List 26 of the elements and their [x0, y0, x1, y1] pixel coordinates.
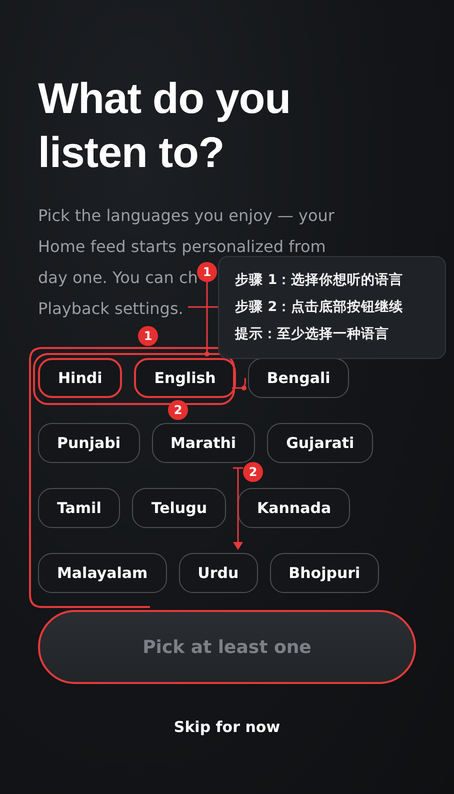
language-chip[interactable]: Malayalam	[38, 553, 167, 593]
language-chip[interactable]: Bengali	[248, 358, 350, 398]
step-badge: 1	[138, 326, 158, 346]
language-chip[interactable]: Hindi	[38, 358, 122, 398]
tooltip-text: 步骤 2：点击底部按钮继续	[235, 298, 404, 317]
language-chip[interactable]: English	[134, 358, 236, 398]
skip-link[interactable]: Skip for now	[168, 716, 286, 738]
language-chip[interactable]: Bhojpuri	[270, 553, 380, 593]
intro-text: day one. You can ch	[38, 267, 198, 289]
intro-text: Home feed starts personalized from	[38, 236, 326, 258]
page-title: What do you listen to?	[38, 74, 292, 179]
language-chip[interactable]: Gujarati	[267, 423, 374, 463]
language-chip[interactable]: Marathi	[152, 423, 256, 463]
language-chip[interactable]: Tamil	[38, 488, 120, 528]
language-chip[interactable]: Telugu	[132, 488, 226, 528]
tooltip-text: 提示：至少选择一种语言	[235, 325, 389, 344]
language-chip[interactable]: Kannada	[238, 488, 350, 528]
language-chip[interactable]: Urdu	[178, 553, 258, 593]
arrow	[232, 378, 246, 390]
step-badge: 2	[243, 462, 263, 482]
step-badge: 2	[168, 400, 188, 420]
intro-text: Pick the languages you enjoy — your	[38, 205, 334, 227]
language-chip[interactable]: Punjabi	[38, 423, 140, 463]
tooltip-text: 步骤 1：选择你想听的语言	[235, 271, 404, 290]
intro-text: Playback settings.	[38, 298, 184, 320]
step-badge: 1	[197, 262, 217, 282]
